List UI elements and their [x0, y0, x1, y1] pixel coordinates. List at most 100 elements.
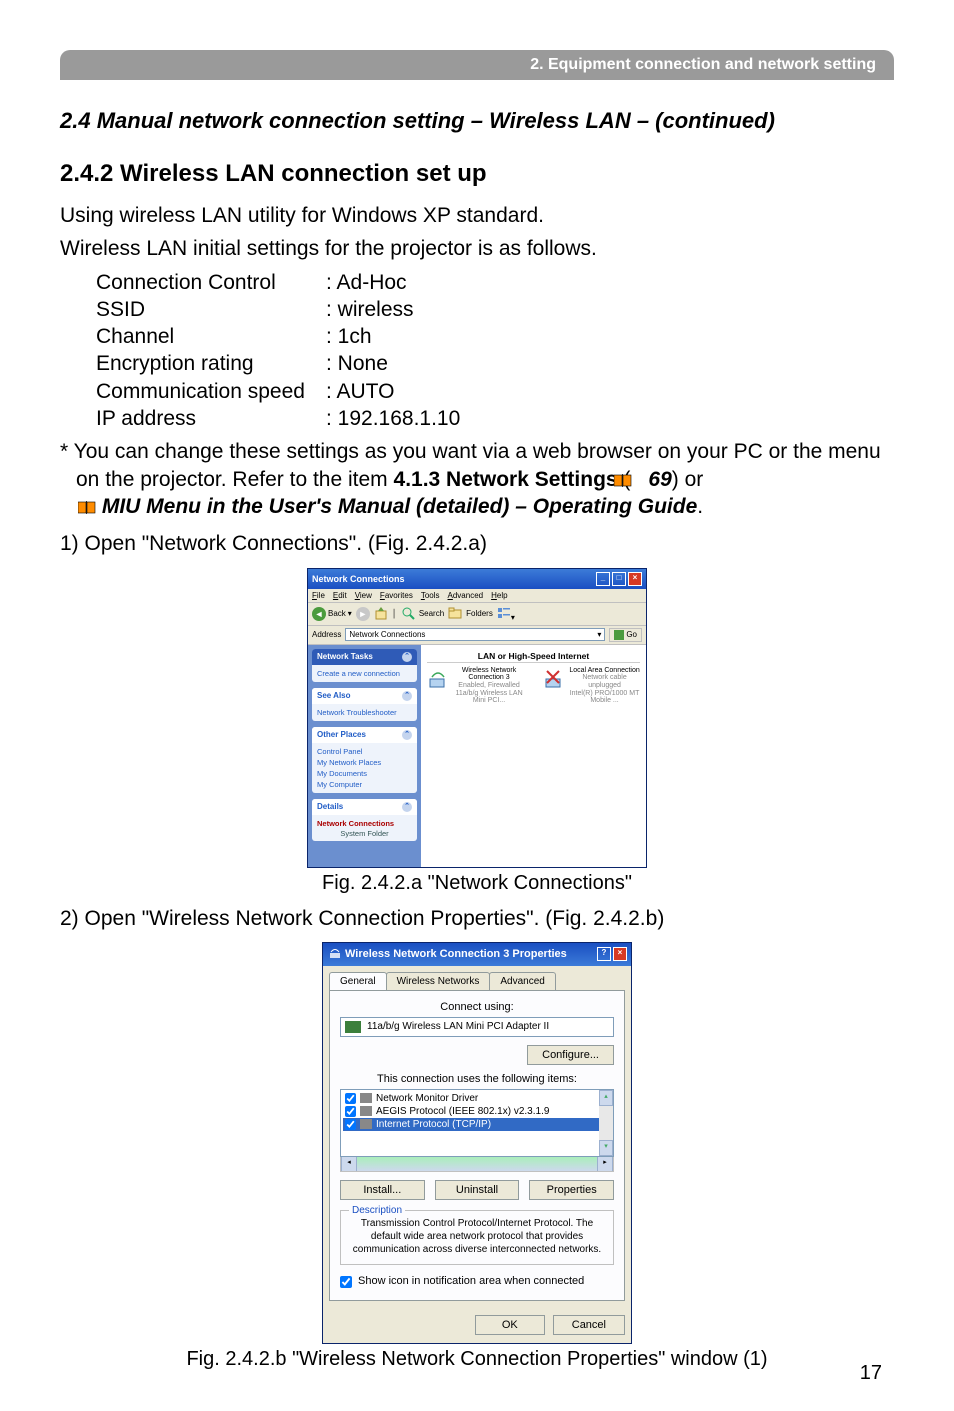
lan-connection-item[interactable]: Local Area Connection Network cable unpl… [543, 667, 640, 705]
scroll-down-icon[interactable]: ▾ [599, 1140, 613, 1156]
tab-advanced[interactable]: Advanced [489, 972, 555, 990]
item-title: Local Area Connection [569, 667, 640, 675]
list-item[interactable]: AEGIS Protocol (IEEE 802.1x) v2.3.1.9 [343, 1105, 611, 1118]
setting-label: Channel [96, 323, 326, 350]
create-connection-link[interactable]: Create a new connection [317, 668, 412, 679]
panel-title: Network Tasks [317, 652, 373, 662]
item-device: 11a/b/g Wireless LAN Mini PCI... [453, 690, 525, 705]
item-label: Network Monitor Driver [376, 1093, 478, 1104]
dialog-titlebar[interactable]: Wireless Network Connection 3 Properties… [323, 943, 631, 966]
list-item-selected[interactable]: Internet Protocol (TCP/IP) [343, 1118, 611, 1131]
setting-label: Communication speed [96, 378, 326, 405]
setting-row: Encryption rating : None [96, 350, 894, 377]
back-label: Back [328, 609, 346, 618]
connect-using-label: Connect using: [340, 1001, 614, 1013]
items-label: This connection uses the following items… [340, 1073, 614, 1085]
scroll-left-icon[interactable]: ◂ [341, 1157, 357, 1171]
install-button[interactable]: Install... [340, 1180, 425, 1200]
go-button[interactable]: Go [609, 628, 642, 642]
scroll-up-icon[interactable]: ▴ [599, 1090, 613, 1106]
maximize-button[interactable]: □ [612, 572, 626, 586]
category-header: LAN or High-Speed Internet [427, 649, 640, 663]
dropdown-icon[interactable]: ▾ [597, 630, 601, 639]
address-input[interactable]: Network Connections ▾ [345, 628, 605, 641]
setting-label: IP address [96, 405, 326, 432]
troubleshooter-link[interactable]: Network Troubleshooter [317, 707, 412, 718]
protocol-icon [360, 1106, 372, 1116]
configure-button[interactable]: Configure... [527, 1045, 614, 1065]
my-documents-link[interactable]: My Documents [317, 768, 412, 779]
setting-row: SSID : wireless [96, 296, 894, 323]
tab-general[interactable]: General [329, 972, 387, 990]
collapse-icon[interactable]: ⌃ [402, 652, 412, 662]
window-title: Network Connections [312, 574, 405, 584]
setting-value: : Ad-Hoc [326, 269, 407, 296]
menu-favorites[interactable]: Favorites [380, 591, 413, 600]
components-list[interactable]: Network Monitor Driver AEGIS Protocol (I… [340, 1089, 614, 1157]
minimize-button[interactable]: _ [596, 572, 610, 586]
window-titlebar[interactable]: Network Connections _ □ × [308, 569, 646, 589]
up-button[interactable] [374, 606, 388, 622]
go-icon [614, 630, 624, 640]
search-button[interactable] [401, 606, 415, 622]
list-item[interactable]: Network Monitor Driver [343, 1092, 611, 1105]
menu-help[interactable]: Help [491, 591, 507, 600]
close-button[interactable]: × [613, 947, 627, 961]
close-button[interactable]: × [628, 572, 642, 586]
collapse-icon[interactable]: ⌃ [402, 802, 412, 812]
menu-file[interactable]: File [312, 591, 325, 600]
item-checkbox[interactable] [345, 1093, 356, 1104]
menu-view[interactable]: View [355, 591, 372, 600]
horizontal-scrollbar[interactable]: ◂ ▸ [340, 1157, 614, 1172]
setting-label: Connection Control [96, 269, 326, 296]
item-checkbox[interactable] [345, 1106, 356, 1117]
setting-value: : AUTO [326, 378, 394, 405]
show-icon-checkbox[interactable]: Show icon in notification area when conn… [340, 1275, 614, 1288]
back-button[interactable]: ◄ Back ▾ [312, 607, 352, 621]
folders-button[interactable] [448, 606, 462, 622]
tab-wireless-networks[interactable]: Wireless Networks [386, 972, 491, 990]
setting-value: : 192.168.1.10 [326, 405, 460, 432]
cancel-button[interactable]: Cancel [553, 1315, 625, 1335]
dropdown-icon[interactable]: ▾ [348, 609, 352, 618]
figure-b-caption: Fig. 2.4.2.b "Wireless Network Connectio… [60, 1348, 894, 1371]
menu-edit[interactable]: Edit [333, 591, 347, 600]
folders-label[interactable]: Folders [466, 609, 493, 618]
network-places-link[interactable]: My Network Places [317, 757, 412, 768]
control-panel-link[interactable]: Control Panel [317, 746, 412, 757]
section-title: 2.4 Manual network connection setting – … [60, 108, 894, 134]
uninstall-button[interactable]: Uninstall [435, 1180, 520, 1200]
intro-line-1: Using wireless LAN utility for Windows X… [60, 202, 894, 229]
vertical-scrollbar[interactable]: ▴ ▾ [599, 1090, 613, 1156]
help-button[interactable]: ? [597, 947, 611, 961]
collapse-icon[interactable]: ⌃ [402, 730, 412, 740]
forward-button[interactable]: ► [356, 607, 370, 621]
settings-note-cont: MIU Menu in the User's Manual (detailed)… [60, 493, 894, 520]
tab-strip: General Wireless Networks Advanced [329, 972, 625, 990]
figure-b: Wireless Network Connection 3 Properties… [60, 942, 894, 1371]
tab-pane-general: Connect using: 11a/b/g Wireless LAN Mini… [329, 990, 625, 1301]
setting-value: : wireless [326, 296, 414, 323]
separator: │ [392, 609, 397, 618]
adapter-field[interactable]: 11a/b/g Wireless LAN Mini PCI Adapter II [340, 1017, 614, 1037]
menu-advanced[interactable]: Advanced [448, 591, 484, 600]
wireless-connection-item[interactable]: Wireless Network Connection 3 Enabled, F… [427, 667, 525, 705]
lan-icon [543, 667, 565, 689]
address-bar: Address Network Connections ▾ Go [308, 626, 646, 645]
menu-bar[interactable]: File Edit View Favorites Tools Advanced … [308, 589, 646, 603]
details-panel: Details ⌃ Network Connections System Fol… [312, 799, 417, 841]
see-also-panel: See Also ⌃ Network Troubleshooter [312, 688, 417, 721]
checkbox-input[interactable] [340, 1276, 352, 1288]
ok-button[interactable]: OK [475, 1315, 545, 1335]
panel-title: Details [317, 802, 343, 812]
properties-button[interactable]: Properties [529, 1180, 614, 1200]
collapse-icon[interactable]: ⌃ [402, 691, 412, 701]
views-button[interactable]: ▾ [497, 606, 515, 622]
item-checkbox[interactable] [345, 1119, 356, 1130]
scroll-right-icon[interactable]: ▸ [597, 1157, 613, 1171]
book-icon [78, 495, 96, 509]
search-label[interactable]: Search [419, 609, 444, 618]
menu-tools[interactable]: Tools [421, 591, 440, 600]
address-value: Network Connections [349, 630, 425, 639]
my-computer-link[interactable]: My Computer [317, 779, 412, 790]
